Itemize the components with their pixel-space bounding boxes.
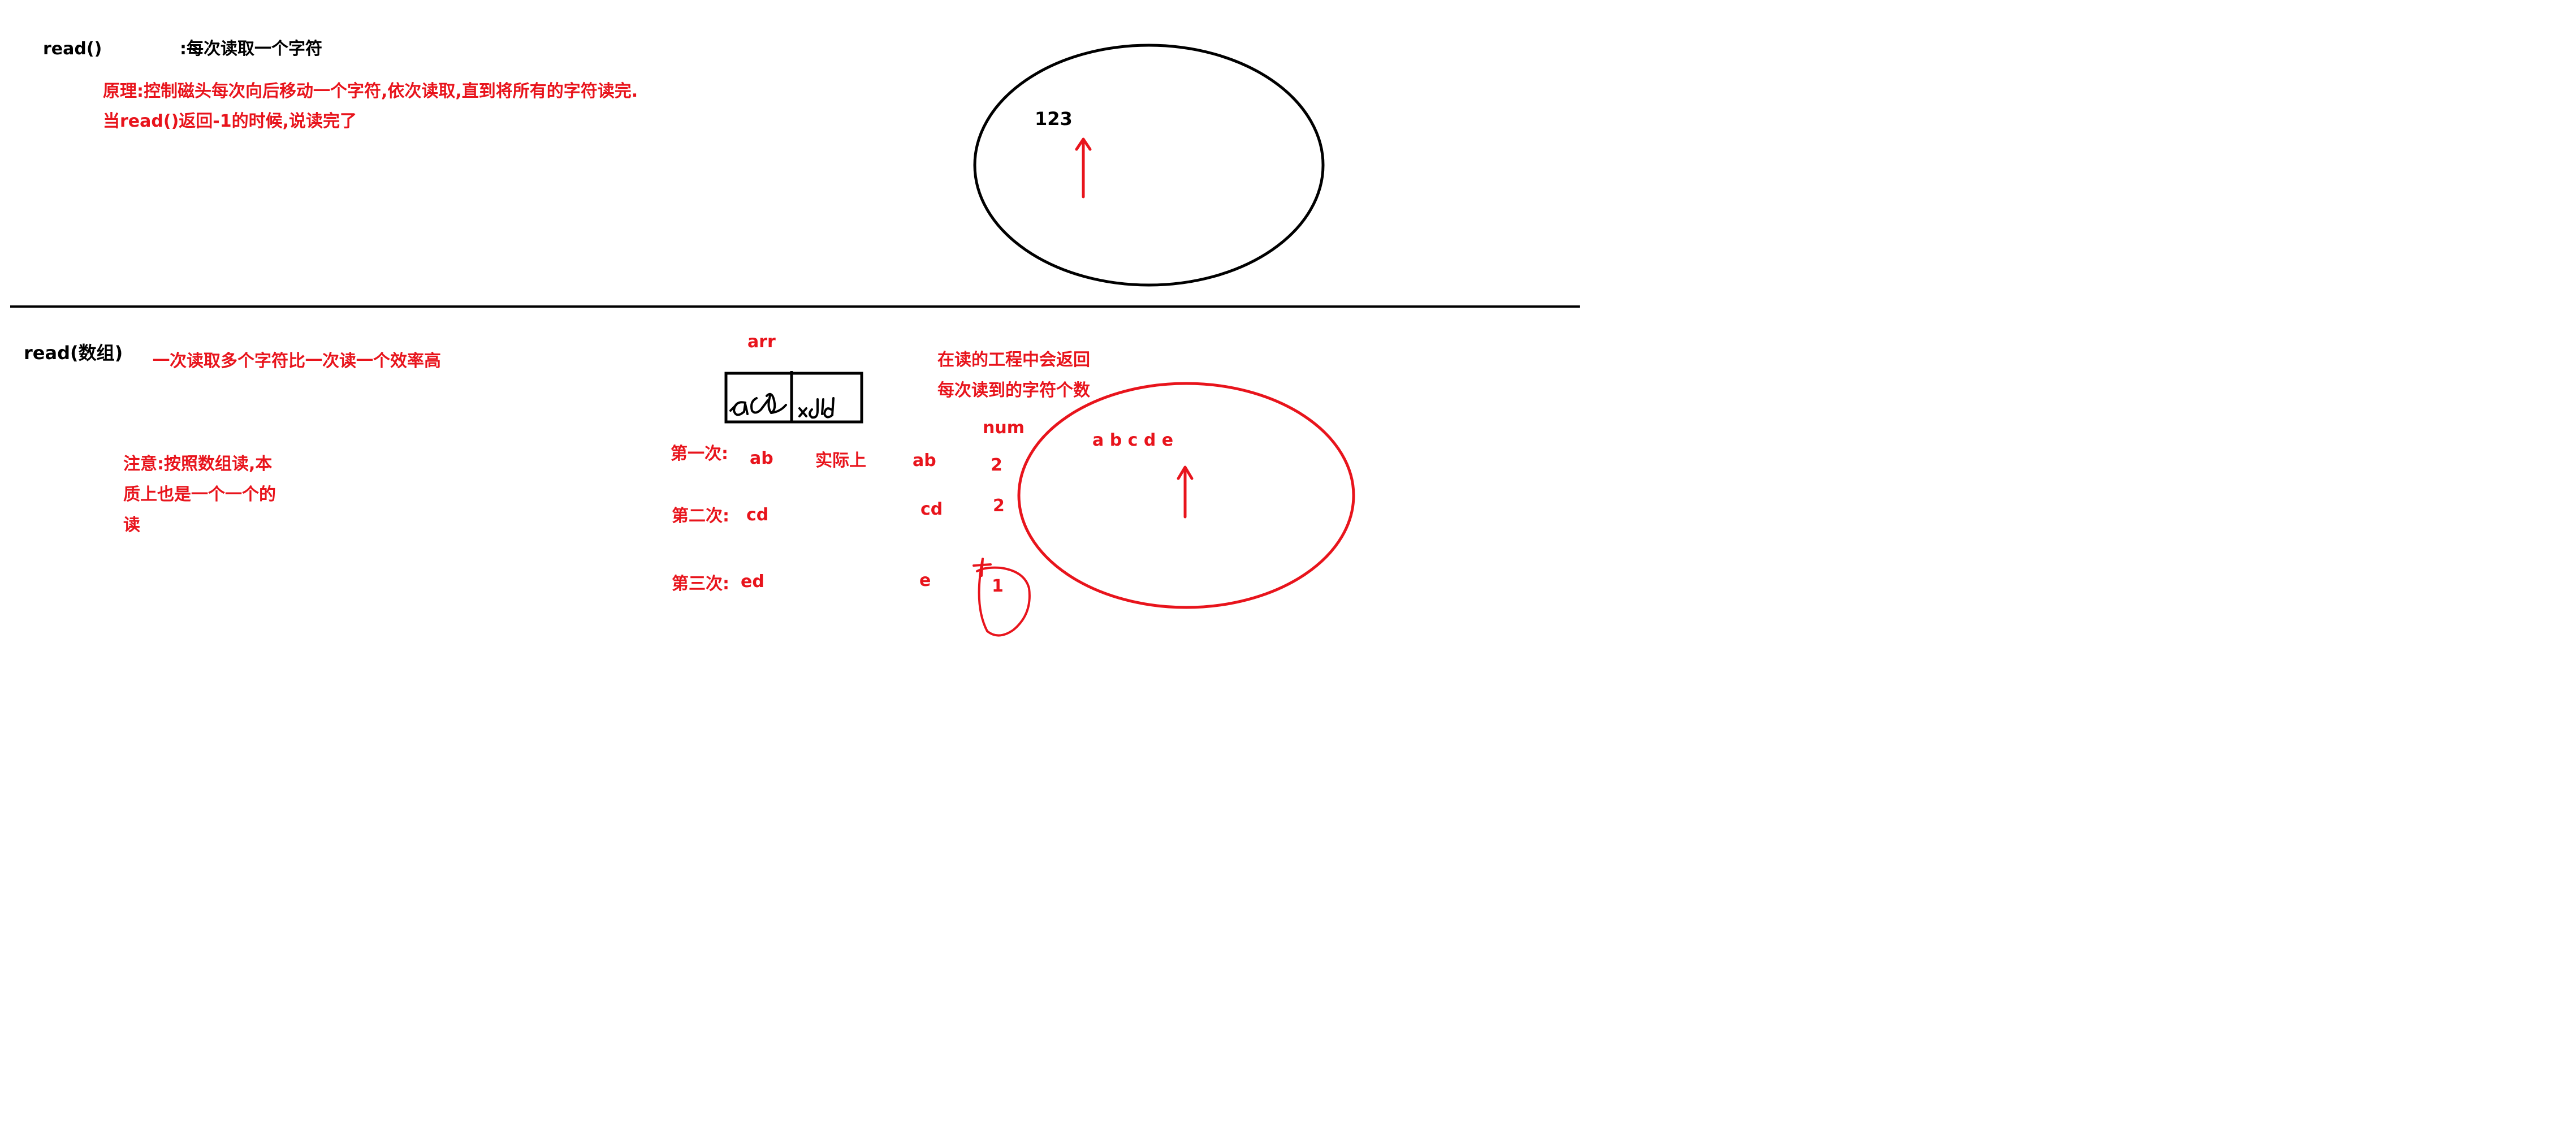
row-num-value: 1 — [992, 576, 1004, 596]
efficiency-note: 一次读取多个字符比一次读一个效率高 — [153, 351, 441, 371]
row-actual-value: ab — [913, 451, 936, 471]
read-method-description: :每次读取一个字符 — [180, 39, 322, 59]
bottom-pointer-arrow — [1177, 465, 1194, 519]
read-array-method-label: read(数组) — [24, 342, 123, 364]
attention-note-line2: 质上也是一个一个的 — [123, 485, 276, 504]
num-circle-mark — [973, 558, 1031, 637]
top-pointer-arrow — [1075, 137, 1092, 199]
whiteboard-canvas — [10, 44, 1580, 637]
row-label: 第三次: — [672, 574, 729, 594]
row-array-content: ed — [741, 572, 764, 592]
attention-note-line3: 读 — [123, 515, 140, 535]
row-num-value: 2 — [991, 455, 1002, 475]
principle-text-line1: 原理:控制磁头每次向后移动一个字符,依次读取,直到将所有的字符读完. — [103, 81, 638, 101]
row-label: 第一次: — [671, 444, 728, 464]
array-cell-scribbles — [729, 393, 835, 419]
row-num-value: 2 — [993, 496, 1005, 516]
row-actual-value: cd — [920, 499, 943, 519]
top-file-content: 123 — [1035, 108, 1073, 130]
actual-label: 实际上 — [815, 451, 866, 471]
read-method-label: read() — [43, 39, 102, 59]
return-note-line1: 在读的工程中会返回 — [937, 350, 1090, 370]
row-array-content: cd — [746, 505, 769, 525]
attention-note-line1: 注意:按照数组读,本 — [123, 454, 273, 474]
row-actual-value: e — [919, 571, 931, 590]
row-label: 第二次: — [672, 506, 729, 526]
array-box — [724, 371, 863, 424]
array-label: arr — [747, 332, 776, 352]
top-file-ellipse — [973, 44, 1325, 287]
bottom-file-content: a b c d e — [1092, 430, 1174, 450]
return-note-line2: 每次读到的字符个数 — [937, 381, 1090, 400]
row-array-content: ab — [750, 448, 773, 468]
principle-text-line2: 当read()返回-1的时候,说读完了 — [103, 111, 357, 131]
num-column-header: num — [983, 418, 1025, 438]
